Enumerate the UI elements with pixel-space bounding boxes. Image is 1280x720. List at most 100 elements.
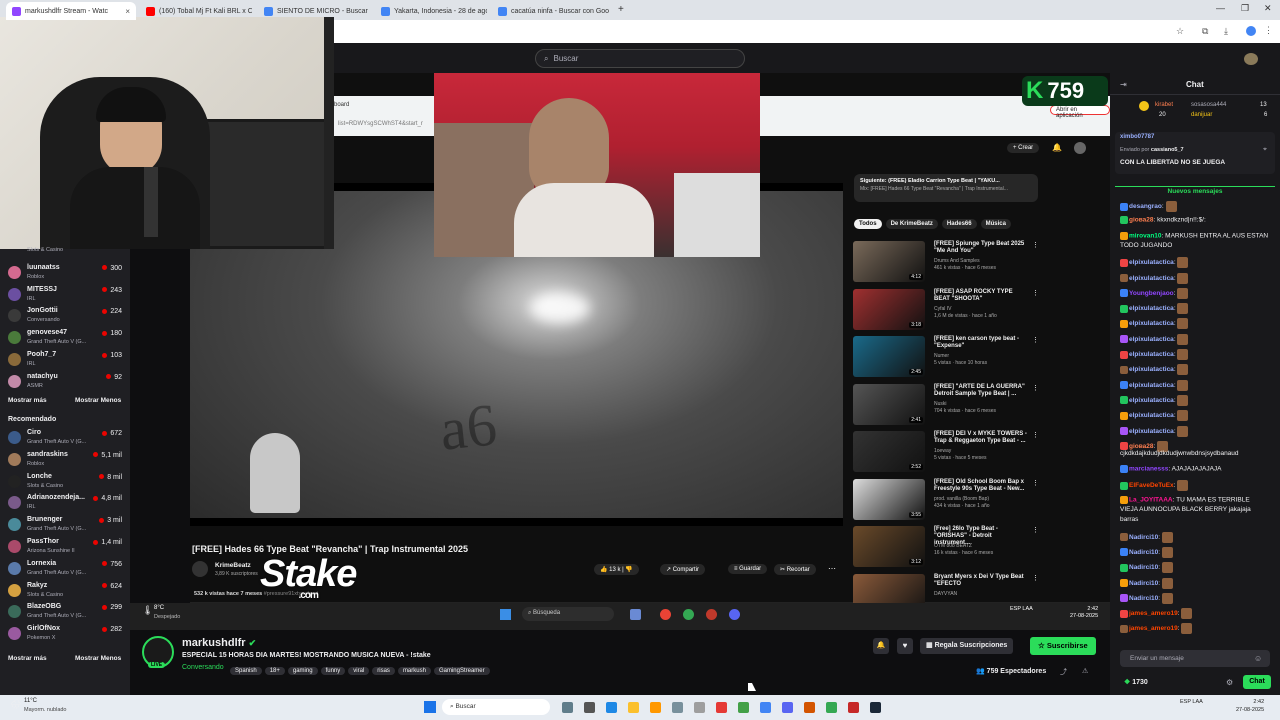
- chat-message[interactable]: desangrao:: [1120, 201, 1178, 212]
- chat-input[interactable]: Enviar un mensaje: [1120, 650, 1270, 667]
- clip-button[interactable]: ✂ Recortar: [774, 564, 816, 575]
- tab-close-icon[interactable]: ×: [125, 7, 130, 16]
- chat-leaderboard[interactable]: kirabet 20 sosasosa444 13 danijuar 6: [1115, 98, 1275, 126]
- chat-send-button[interactable]: Chat: [1243, 675, 1271, 689]
- spotify-icon[interactable]: [738, 702, 749, 713]
- chat-message[interactable]: La_JOYITAAA: TU MAMA ES TERRIBLE: [1120, 495, 1250, 505]
- sidebar-channel[interactable]: genovese47 Grand Theft Auto V (G... 180: [8, 328, 122, 348]
- opera-icon[interactable]: [848, 702, 859, 713]
- chat-message[interactable]: VIEJA AUNNOCUPA BLACK BERRY jakajaja: [1120, 506, 1251, 514]
- chat-username[interactable]: Nadirci10: [1129, 534, 1158, 541]
- chat-message[interactable]: elpixulatactica:: [1120, 425, 1189, 437]
- chat-username[interactable]: marcianesss: [1129, 466, 1168, 473]
- sidebar-channel[interactable]: MITESSJ IRL 243: [8, 285, 122, 305]
- chat-message[interactable]: james_amero19:: [1120, 608, 1193, 620]
- related-video-title[interactable]: [FREE] DEI V x MYKE TOWERS - Trap & Regg…: [934, 431, 1029, 445]
- chat-settings-icon[interactable]: ⚙: [1226, 678, 1233, 687]
- sidebar-channel[interactable]: luunaatss Roblox 300: [8, 263, 122, 283]
- close-window-icon[interactable]: ✕: [1264, 3, 1272, 14]
- chat-username[interactable]: elpixulatactica: [1129, 382, 1174, 389]
- chat-username[interactable]: elpixulatactica: [1129, 351, 1174, 358]
- chat-message[interactable]: mirovan10: MARKUSH ENTRA AL AUS ESTAN: [1120, 231, 1268, 241]
- related-video-thumbnail[interactable]: 4:12: [853, 241, 925, 282]
- sidebar-channel[interactable]: BlazeOBG Grand Theft Auto V (G... 299: [8, 602, 122, 622]
- chrome-icon-2[interactable]: [826, 702, 837, 713]
- sidebar-channel[interactable]: GirlOfNox Pokemon X 282: [8, 624, 122, 644]
- more-options-icon[interactable]: ⋯: [828, 564, 836, 573]
- chat-message[interactable]: elpixulatactica:: [1120, 394, 1189, 406]
- edge-icon[interactable]: [606, 702, 617, 713]
- related-video-title[interactable]: [FREE] ken carson type beat - "Expense": [934, 336, 1029, 350]
- like-button[interactable]: 👍 13 k | 👎: [594, 564, 639, 575]
- browser-tab[interactable]: cacatúa ninfa - Buscar con Goo×: [492, 2, 612, 20]
- chat-message[interactable]: Youngbenjaoo:: [1120, 287, 1189, 299]
- more-options-icon[interactable]: ⋮: [1032, 289, 1039, 297]
- more-options-icon[interactable]: ⋮: [1032, 431, 1039, 439]
- filter-chip[interactable]: Todos: [854, 219, 882, 229]
- sidebar-channel[interactable]: Lornexia Grand Theft Auto V (G... 756: [8, 559, 122, 579]
- sidebar-channel[interactable]: Pooh7_7 IRL 103: [8, 350, 122, 370]
- chat-username[interactable]: james_amero19: [1129, 626, 1178, 633]
- filter-chip[interactable]: Hades66: [941, 219, 977, 229]
- browser-tab[interactable]: markushdlfr Stream - Watc ×: [6, 2, 136, 20]
- filter-chip[interactable]: De KrimeBeatz: [885, 219, 938, 229]
- channel-points[interactable]: ❖ 1730: [1124, 678, 1148, 686]
- open-in-app-button[interactable]: Abrir en aplicación: [1050, 105, 1110, 119]
- related-video-title[interactable]: [FREE] "ARTE DE LA GUERRA" Detroit Sampl…: [934, 384, 1029, 398]
- chat-username[interactable]: elpixulatactica: [1129, 412, 1174, 419]
- chat-message[interactable]: elpixulatactica:: [1120, 349, 1189, 360]
- filter-chip[interactable]: Música: [980, 219, 1011, 229]
- sidebar-channel[interactable]: Ciro Grand Theft Auto V (G... 672: [8, 428, 122, 448]
- stream-category[interactable]: Conversando: [182, 664, 224, 671]
- related-video-title[interactable]: [FREE] Spiunge Type Beat 2025 "Me And Yo…: [934, 241, 1029, 255]
- more-options-icon[interactable]: ⋮: [1032, 241, 1039, 249]
- sidebar-channel[interactable]: Rakyz Slots & Casino 624: [8, 581, 122, 601]
- chat-username[interactable]: elpixulatactica: [1129, 367, 1174, 374]
- chat-message[interactable]: james_amero19:: [1120, 623, 1193, 635]
- more-options-icon[interactable]: ⋮: [1032, 479, 1039, 487]
- more-options-icon[interactable]: ⋮: [1032, 336, 1039, 344]
- sidebar-channel[interactable]: JonGottii Conversando 224: [8, 306, 122, 326]
- up-next-card[interactable]: Siguiente: (FREE) Eladio Carrion Type Be…: [854, 174, 1038, 202]
- save-button[interactable]: ≡ Guardar: [728, 564, 768, 574]
- chat-username[interactable]: elpixulatactica: [1129, 397, 1174, 404]
- chat-message[interactable]: barras: [1120, 516, 1138, 524]
- chat-username[interactable]: Nadirci10: [1129, 564, 1158, 571]
- taskbar-search[interactable]: ⌕ Buscar: [442, 699, 550, 715]
- chat-message[interactable]: elpixulatactica:: [1120, 303, 1189, 315]
- emote-picker-icon[interactable]: ☺: [1254, 654, 1262, 663]
- report-icon[interactable]: ⚠: [1082, 667, 1088, 675]
- file-manager-icon[interactable]: [584, 702, 595, 713]
- related-video-title[interactable]: Bryant Myers x Dei V Type Beat "EFECTO: [934, 574, 1029, 588]
- notification-bell-icon[interactable]: 🔔: [873, 638, 889, 654]
- browser-tab[interactable]: (160) Tobal Mj Ft Kali BRL x Cri×: [140, 2, 252, 20]
- chrome-icon[interactable]: [760, 702, 771, 713]
- new-tab-button[interactable]: +: [618, 4, 624, 15]
- related-video-thumbnail[interactable]: 3:18: [853, 288, 925, 330]
- vlc-icon[interactable]: [650, 702, 661, 713]
- star-icon[interactable]: ☆: [1176, 26, 1184, 37]
- chat-username[interactable]: mirovan10: [1129, 232, 1162, 239]
- chat-message[interactable]: marcianesss: AJAJAJAJAJAJA: [1120, 465, 1222, 474]
- stream-tag[interactable]: gaming: [287, 667, 318, 675]
- show-more-rec-link[interactable]: Mostrar más: [8, 655, 47, 662]
- inner-windows-start-icon[interactable]: [500, 609, 511, 620]
- create-button[interactable]: + Crear: [1007, 143, 1040, 153]
- inner-search-box[interactable]: ⌕ Búsqueda: [522, 607, 614, 621]
- chat-username[interactable]: elpixulatactica: [1129, 428, 1174, 435]
- sidebar-channel[interactable]: natachyu ASMR 92: [8, 372, 122, 392]
- discord-icon[interactable]: [782, 702, 793, 713]
- more-options-icon[interactable]: ⋮: [1032, 526, 1039, 534]
- inner-discord-icon[interactable]: [729, 609, 740, 620]
- widgets-icon[interactable]: [562, 702, 573, 713]
- stream-tag[interactable]: 18+: [264, 667, 285, 675]
- minimize-icon[interactable]: —: [1216, 3, 1225, 13]
- pin-icon[interactable]: ⌖: [1263, 146, 1267, 154]
- chat-message[interactable]: elpixulatactica:: [1120, 257, 1189, 269]
- stream-tag[interactable]: viral: [348, 667, 370, 675]
- inner-chrome-icon[interactable]: [660, 609, 671, 620]
- related-video-thumbnail[interactable]: 3:12: [853, 526, 925, 567]
- user-avatar[interactable]: [1244, 53, 1258, 65]
- chat-message[interactable]: ElFaveDeTuEx:: [1120, 480, 1189, 492]
- music-icon[interactable]: [694, 702, 705, 713]
